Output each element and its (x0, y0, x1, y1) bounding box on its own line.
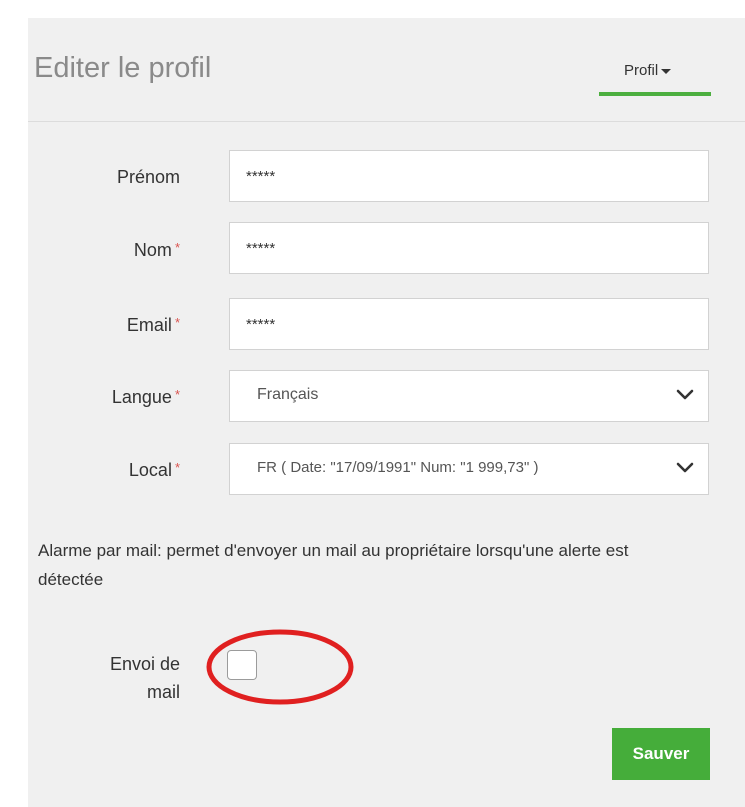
tab-active-indicator (599, 92, 711, 96)
required-marker: * (174, 240, 180, 255)
locale-label: Local * (128, 460, 180, 480)
tab-profil[interactable]: Profil (599, 56, 711, 96)
header-divider (28, 121, 745, 122)
lastname-field[interactable] (229, 222, 709, 274)
required-marker: * (174, 315, 180, 330)
edit-profile-modal: × Editer le profil Profil Prénom Nom* Em… (28, 18, 745, 807)
required-marker: * (174, 387, 180, 402)
locale-select[interactable]: FR ( Date: "17/09/1991" Num: "1 999,73" … (229, 443, 709, 495)
send-mail-label-line1: Envoi de (109, 654, 180, 674)
lastname-label: Nom * (133, 240, 180, 260)
caret-down-icon (661, 68, 672, 74)
chevron-down-icon (676, 462, 694, 473)
annotation-circle (206, 629, 354, 705)
firstname-field[interactable] (229, 150, 709, 202)
firstname-input[interactable] (230, 151, 708, 201)
save-button[interactable]: Sauver (612, 728, 710, 780)
email-alarm-info-text: Alarme par mail: permet d'envoyer un mai… (38, 541, 629, 589)
send-mail-label-line2: mail (146, 682, 180, 702)
email-label: Email * (126, 315, 180, 335)
send-mail-label: Envoi de mail (38, 650, 180, 706)
locale-selected-value: FR ( Date: "17/09/1991" Num: "1 999,73" … (257, 459, 539, 476)
modal-title: Editer le profil (34, 52, 212, 84)
lastname-input[interactable] (230, 223, 708, 273)
tab-profil-label: Profil (624, 62, 672, 79)
language-select[interactable]: Français (229, 370, 709, 422)
email-input[interactable] (230, 299, 708, 349)
email-field[interactable] (229, 298, 709, 350)
chevron-down-icon (676, 389, 694, 400)
required-marker: * (174, 460, 180, 475)
firstname-label: Prénom (116, 167, 180, 187)
language-label: Langue * (111, 387, 180, 407)
language-selected-value: Français (257, 386, 319, 403)
